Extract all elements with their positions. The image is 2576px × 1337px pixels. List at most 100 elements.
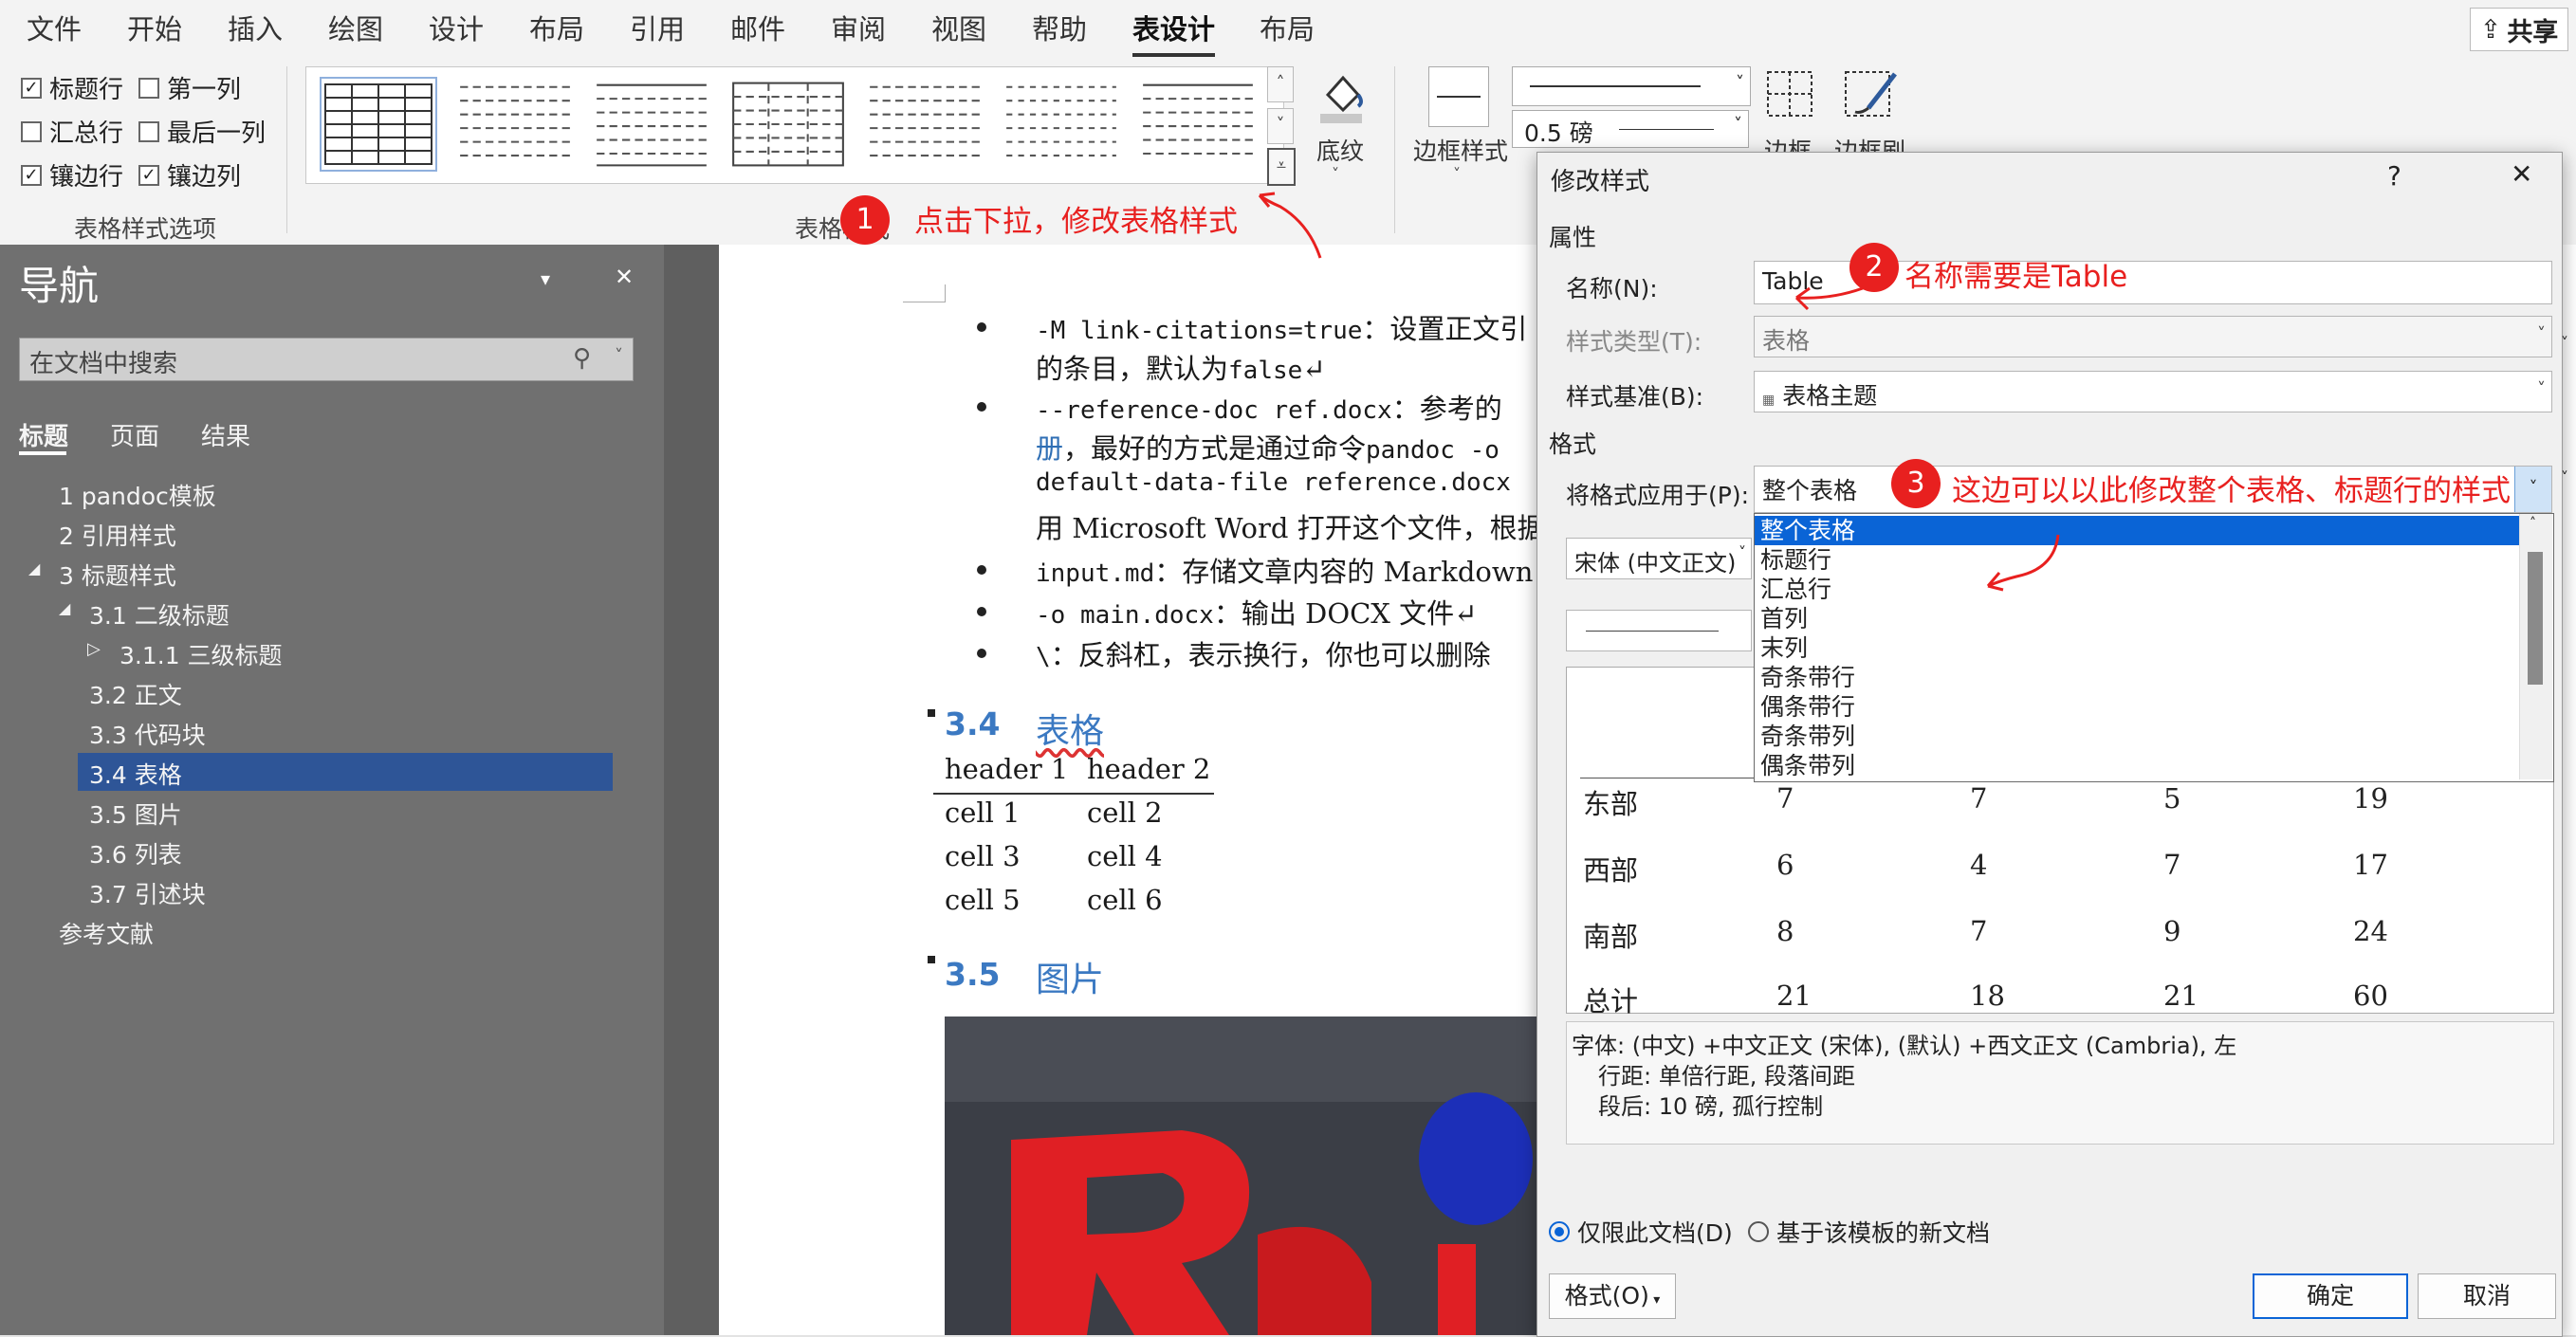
dropdown-scrollbar[interactable]: ˄ <box>2519 514 2552 779</box>
expand-triangle-icon[interactable]: ▷ <box>87 639 101 659</box>
tab-table-layout[interactable]: 布局 <box>1260 8 1315 47</box>
dropdown-option[interactable]: 奇条带行 <box>1755 663 2193 692</box>
nav-item[interactable]: 3.5 图片 <box>89 797 182 831</box>
tab-draw[interactable]: 绘图 <box>328 8 383 47</box>
nav-tab-results[interactable]: 结果 <box>201 417 250 452</box>
scrollbar-thumb[interactable] <box>2528 552 2543 685</box>
nav-tab-pages[interactable]: 页面 <box>110 417 159 452</box>
tab-references[interactable]: 引用 <box>630 8 685 47</box>
preview-cell: 4 <box>1970 849 1988 881</box>
dropdown-option[interactable]: 首列 <box>1755 604 2193 633</box>
tab-home[interactable]: 开始 <box>127 8 182 47</box>
format-section-label: 格式 <box>1549 430 1597 458</box>
collapse-triangle-icon[interactable]: ◢ <box>28 559 40 577</box>
nav-item[interactable]: 3.7 引述块 <box>89 876 206 910</box>
gallery-scroll-up-button[interactable]: ˄ <box>1267 66 1294 102</box>
share-button[interactable]: ⇪ 共享 <box>2470 8 2568 51</box>
header-row-checkbox[interactable]: ✓ 标题行 <box>21 70 123 105</box>
table-style-grid-light-thumbnail[interactable] <box>729 77 847 172</box>
table-style-list2-thumbnail[interactable] <box>1003 77 1120 172</box>
nav-item[interactable]: 3.1 二级标题 <box>89 597 230 632</box>
dropdown-option[interactable]: 奇条带列 <box>1755 722 2193 751</box>
search-input[interactable]: 在文档中搜索 ⚲ ˅ <box>19 338 634 381</box>
document-image[interactable] <box>945 1016 1536 1335</box>
nav-item[interactable]: 3.2 正文 <box>89 677 182 711</box>
dropdown-option[interactable]: 末列 <box>1755 633 2193 663</box>
shading-button[interactable] <box>1315 66 1368 125</box>
shading-label: 底纹 <box>1316 137 1365 165</box>
border-styles-label: 边框样式 <box>1413 137 1509 165</box>
format-button[interactable]: 格式(O) ▾ <box>1549 1273 1676 1319</box>
chevron-down-icon[interactable]: ˅ <box>2561 334 2568 352</box>
chevron-down-icon[interactable]: ˅ <box>2537 379 2546 399</box>
banded-rows-checkbox[interactable]: ✓ 镶边行 <box>21 157 123 192</box>
table-styles-gallery[interactable] <box>305 66 1284 184</box>
scroll-up-icon[interactable]: ˄ <box>2530 516 2536 531</box>
dropdown-option[interactable]: 偶条带列 <box>1755 751 2193 780</box>
preview-cell: 9 <box>2163 915 2181 947</box>
pane-splitter[interactable] <box>664 245 719 1335</box>
nav-item[interactable]: 3.1.1 三级标题 <box>120 637 283 671</box>
help-icon[interactable]: ? <box>2387 160 2401 192</box>
line-style-dropdown[interactable]: ˅ <box>1512 66 1751 106</box>
tab-table-design[interactable]: 表设计 <box>1132 8 1216 57</box>
tab-design[interactable]: 设计 <box>429 8 484 47</box>
tab-file[interactable]: 文件 <box>27 8 82 47</box>
cancel-button[interactable]: 取消 <box>2418 1273 2556 1319</box>
last-column-checkbox[interactable]: 最后一列 <box>138 114 266 149</box>
doc-line: 的条目，默认为false↵ <box>1036 353 1326 385</box>
table-style-grid-thumbnail[interactable] <box>320 77 437 172</box>
dropdown-option-selected[interactable]: 整个表格 <box>1755 516 2519 545</box>
nav-tab-headings[interactable]: 标题 <box>19 417 68 452</box>
nav-item[interactable]: 2 引用样式 <box>59 518 176 552</box>
nav-item[interactable]: 3.6 列表 <box>89 836 182 870</box>
ok-button[interactable]: 确定 <box>2253 1273 2408 1319</box>
border-painter-button[interactable] <box>1840 66 1903 125</box>
based-on-dropdown[interactable]: ▦ 表格主题 ˅ <box>1754 371 2552 412</box>
apply-to-dropdown-list[interactable]: 整个表格 标题行 汇总行 首列 末列 奇条带行 偶条带行 奇条带列 偶条带列 ˄ <box>1754 513 2554 782</box>
close-icon[interactable]: ✕ <box>2511 158 2532 190</box>
doc-line: -o main.docx：输出 DOCX 文件↵ <box>1036 597 1478 630</box>
line-weight-dropdown[interactable]: 0.5 磅 ˅ <box>1512 110 1749 148</box>
apply-to-label: 将格式应用于(P): <box>1566 482 1750 509</box>
chevron-down-icon[interactable]: ˅ <box>2514 467 2551 512</box>
bullet <box>977 565 986 575</box>
table-style-light-thumbnail[interactable] <box>593 77 710 172</box>
dropdown-option[interactable]: 偶条带行 <box>1755 692 2193 722</box>
banded-columns-checkbox[interactable]: ✓ 镶边列 <box>138 157 241 192</box>
borders-button[interactable] <box>1762 66 1817 125</box>
chevron-down-icon[interactable]: ˅ <box>1739 543 1746 561</box>
nav-item-selected[interactable]: 3.4 表格 <box>89 757 182 791</box>
nav-options-icon[interactable]: ▾ <box>541 267 550 290</box>
table-style-list3-thumbnail[interactable] <box>1139 77 1257 172</box>
only-this-document-radio[interactable]: 仅限此文档(D) <box>1549 1215 1733 1249</box>
nav-item[interactable]: 3.3 代码块 <box>89 717 206 751</box>
table-cell: cell 3 <box>945 840 1021 872</box>
table-style-plain-thumbnail[interactable] <box>456 77 574 172</box>
nav-item[interactable]: 参考文献 <box>59 916 154 950</box>
preview-cell: 南部 <box>1583 921 1639 953</box>
new-documents-template-radio[interactable]: 基于该模板的新文档 <box>1748 1215 1990 1249</box>
dropdown-option[interactable]: 汇总行 <box>1755 575 2193 604</box>
first-column-checkbox[interactable]: 第一列 <box>138 70 241 105</box>
dropdown-option[interactable]: 标题行 <box>1755 545 2193 575</box>
chevron-down-icon[interactable]: ˅ <box>2561 468 2568 486</box>
tab-mailings[interactable]: 邮件 <box>730 8 785 47</box>
total-row-checkbox[interactable]: 汇总行 <box>21 114 123 149</box>
tab-help[interactable]: 帮助 <box>1032 8 1087 47</box>
collapse-triangle-icon[interactable]: ◢ <box>59 599 70 617</box>
nav-item[interactable]: 3 标题样式 <box>59 558 176 592</box>
gallery-scroll-down-button[interactable]: ˅ <box>1267 108 1294 144</box>
border-line-dropdown[interactable] <box>1566 610 1752 651</box>
border-styles-button[interactable] <box>1428 66 1489 127</box>
tab-view[interactable]: 视图 <box>931 8 986 47</box>
chevron-down-icon[interactable]: ˅ <box>615 346 623 366</box>
tab-review[interactable]: 审阅 <box>831 8 886 47</box>
tab-layout[interactable]: 布局 <box>529 8 584 47</box>
nav-item[interactable]: 1 pandoc模板 <box>59 478 216 512</box>
close-icon[interactable]: ✕ <box>615 264 634 290</box>
tab-insert[interactable]: 插入 <box>228 8 283 47</box>
table-style-list-thumbnail[interactable] <box>866 77 984 172</box>
search-icon[interactable]: ⚲ <box>573 344 591 373</box>
font-dropdown[interactable]: 宋体 (中文正文) <box>1566 538 1752 579</box>
